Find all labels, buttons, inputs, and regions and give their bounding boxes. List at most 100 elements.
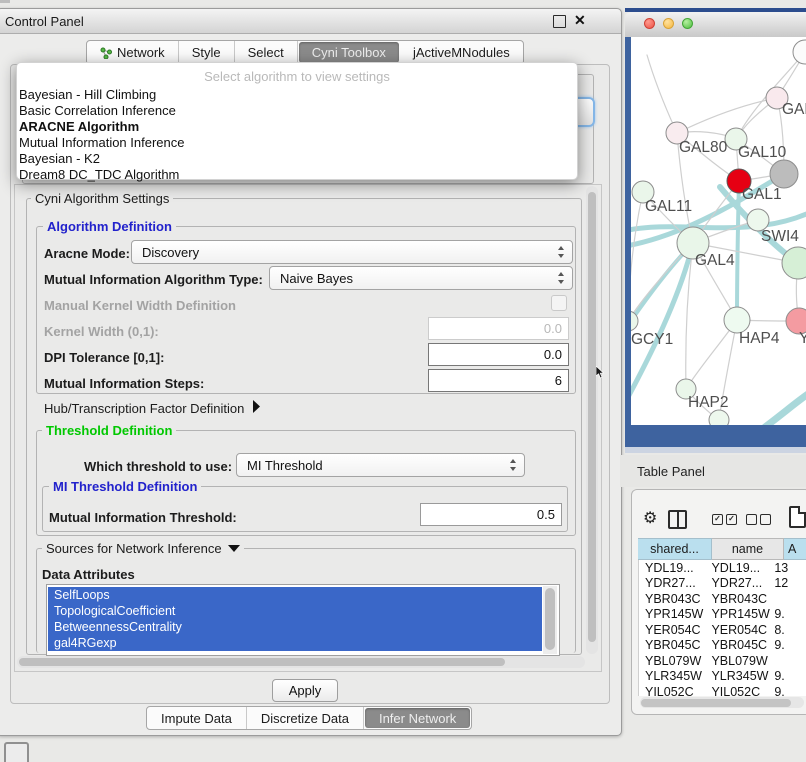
dpi-tolerance-value: 0.0 bbox=[544, 347, 562, 362]
table-row[interactable]: YBL079WYBL079W bbox=[639, 653, 806, 669]
network-node-label: HAP4 bbox=[739, 330, 780, 347]
kernel-width-field[interactable]: 0.0 bbox=[428, 317, 569, 340]
table-body: YDL19...YDL19...13YDR27...YDR27...12YBR0… bbox=[638, 560, 806, 696]
table-cell: 13 bbox=[770, 561, 806, 575]
network-edge[interactable] bbox=[737, 181, 739, 320]
bottom-tab-infer-network[interactable]: Infer Network bbox=[365, 708, 470, 728]
tab-label: Network bbox=[117, 45, 165, 60]
algorithm-option[interactable]: Bayesian - K2 bbox=[17, 151, 577, 167]
settings-hscrollbar[interactable] bbox=[17, 656, 585, 668]
bottom-tab-discretize-data[interactable]: Discretize Data bbox=[247, 707, 364, 729]
tab-select[interactable]: Select bbox=[235, 41, 298, 64]
manual-kernel-label: Manual Kernel Width Definition bbox=[44, 298, 236, 313]
tab-label: Style bbox=[192, 45, 221, 60]
data-attribute-item[interactable]: gal4RGexp bbox=[48, 635, 542, 651]
dpi-tolerance-field[interactable]: 0.0 bbox=[428, 343, 569, 366]
algorithm-option[interactable]: Bayesian - Hill Climbing bbox=[17, 87, 577, 103]
tab-label: jActiveMNodules bbox=[413, 45, 510, 60]
table-row[interactable]: YDR27...YDR27...12 bbox=[639, 576, 806, 592]
table-cell: YDR27... bbox=[705, 576, 770, 590]
table-row[interactable]: YDL19...YDL19...13 bbox=[639, 560, 806, 576]
table-cell: YDL19... bbox=[639, 561, 705, 575]
chevron-right-icon bbox=[252, 400, 261, 416]
table-row[interactable]: YER054CYER054C8. bbox=[639, 622, 806, 638]
network-edge[interactable] bbox=[647, 55, 677, 133]
network-node[interactable] bbox=[770, 160, 798, 188]
table-header: shared...nameA bbox=[638, 538, 806, 560]
zoom-traffic-icon[interactable] bbox=[682, 18, 693, 29]
table-cell: YBR043C bbox=[705, 592, 770, 606]
algorithm-popup-prompt: Select algorithm to view settings bbox=[17, 63, 577, 87]
data-attribute-item[interactable]: BetweennessCentrality bbox=[48, 619, 542, 635]
which-threshold-label: Which threshold to use: bbox=[84, 459, 232, 474]
table-row[interactable]: YLR345WYLR345W9. bbox=[639, 669, 806, 685]
manual-kernel-checkbox[interactable] bbox=[551, 295, 567, 311]
network-graph[interactable]: GALGAL80GAL10GAL1GAL11SWI4GAL4GCY1HAP4YH… bbox=[631, 37, 806, 425]
combo-arrows-icon bbox=[557, 272, 565, 284]
aracne-mode-value: Discovery bbox=[142, 245, 199, 260]
aracne-mode-combo[interactable]: Discovery bbox=[131, 240, 573, 264]
close-traffic-icon[interactable] bbox=[644, 18, 655, 29]
gear-icon[interactable]: ⚙ bbox=[643, 508, 657, 528]
which-threshold-value: MI Threshold bbox=[247, 458, 323, 473]
table-row[interactable]: YBR043CYBR043C bbox=[639, 591, 806, 607]
mi-steps-field[interactable]: 6 bbox=[428, 369, 569, 392]
settings-vscrollbar[interactable] bbox=[586, 186, 598, 654]
algorithm-option[interactable]: Dream8 DC_TDC Algorithm bbox=[17, 167, 577, 183]
mi-type-value: Naive Bayes bbox=[280, 271, 353, 286]
select-all-columns-icon[interactable]: ✓✓ bbox=[712, 514, 737, 525]
network-node-label: GAL10 bbox=[738, 144, 787, 161]
new-table-icon[interactable] bbox=[789, 506, 806, 528]
apply-button[interactable]: Apply bbox=[272, 679, 338, 702]
float-window-icon[interactable] bbox=[553, 15, 566, 28]
tab-network[interactable]: Network bbox=[87, 41, 179, 64]
edge-fragment bbox=[0, 0, 10, 3]
minimize-traffic-icon[interactable] bbox=[663, 18, 674, 29]
table-column-header[interactable]: name bbox=[712, 538, 784, 560]
network-edge[interactable] bbox=[677, 98, 777, 133]
network-edge[interactable] bbox=[765, 392, 806, 425]
control-panel-titlebar[interactable]: Control Panel ✕ bbox=[0, 9, 621, 34]
algorithm-popup: Select algorithm to view settings Bayesi… bbox=[16, 62, 578, 180]
corner-widget-fragment[interactable] bbox=[4, 742, 29, 762]
algorithm-definition-title: Algorithm Definition bbox=[43, 219, 176, 234]
tab-jactivemnodules[interactable]: jActiveMNodules bbox=[400, 41, 523, 64]
table-column-header[interactable]: shared... bbox=[638, 538, 712, 560]
mi-threshold-field[interactable]: 0.5 bbox=[420, 503, 562, 526]
algorithm-popup-items: Bayesian - Hill ClimbingBasic Correlatio… bbox=[17, 87, 577, 183]
algorithm-option[interactable]: ARACNE Algorithm bbox=[17, 119, 577, 135]
table-row[interactable]: YIL052CYIL052C9. bbox=[639, 684, 806, 696]
mi-type-combo[interactable]: Naive Bayes bbox=[269, 266, 573, 290]
tab-cyni-toolbox[interactable]: Cyni Toolbox bbox=[299, 42, 399, 63]
bottom-tab-impute-data[interactable]: Impute Data bbox=[147, 707, 247, 729]
data-attribute-item[interactable]: SelfLoops bbox=[48, 587, 542, 603]
network-window-titlebar[interactable] bbox=[625, 12, 806, 38]
data-attributes-listbox: SelfLoopsTopologicalCoefficientBetweenne… bbox=[46, 584, 560, 656]
table-cell: YLR345W bbox=[705, 669, 770, 683]
table-row[interactable]: YPR145WYPR145W9. bbox=[639, 607, 806, 623]
table-cell: 9. bbox=[770, 607, 806, 621]
list-vscrollbar[interactable] bbox=[543, 586, 557, 654]
table-cell: YPR145W bbox=[639, 607, 705, 621]
network-node-label: GAL11 bbox=[645, 198, 692, 215]
network-edge[interactable] bbox=[631, 243, 693, 337]
attr-list: SelfLoopsTopologicalCoefficientBetweenne… bbox=[48, 587, 542, 651]
table-row[interactable]: YBR045CYBR045C9. bbox=[639, 638, 806, 654]
which-threshold-combo[interactable]: MI Threshold bbox=[236, 453, 525, 477]
table-cell: YDR27... bbox=[639, 576, 705, 590]
network-node[interactable] bbox=[793, 40, 806, 64]
data-attribute-item[interactable]: TopologicalCoefficient bbox=[48, 603, 542, 619]
algorithm-option[interactable]: Basic Correlation Inference bbox=[17, 103, 577, 119]
tab-style[interactable]: Style bbox=[179, 41, 235, 64]
close-icon[interactable]: ✕ bbox=[574, 12, 586, 29]
network-node[interactable] bbox=[709, 410, 729, 425]
sources-title-row[interactable]: Sources for Network Inference bbox=[42, 541, 244, 556]
mi-type-label: Mutual Information Algorithm Type: bbox=[44, 272, 263, 287]
algorithm-option[interactable]: Mutual Information Inference bbox=[17, 135, 577, 151]
cyni-settings-title: Cyni Algorithm Settings bbox=[31, 191, 173, 206]
table-column-header[interactable]: A bbox=[784, 538, 806, 560]
hub-definition-toggle[interactable]: Hub/Transcription Factor Definition bbox=[44, 400, 261, 416]
table-hscrollbar[interactable] bbox=[640, 697, 804, 708]
deselect-all-columns-icon[interactable] bbox=[746, 514, 771, 525]
split-columns-icon[interactable] bbox=[668, 510, 687, 529]
